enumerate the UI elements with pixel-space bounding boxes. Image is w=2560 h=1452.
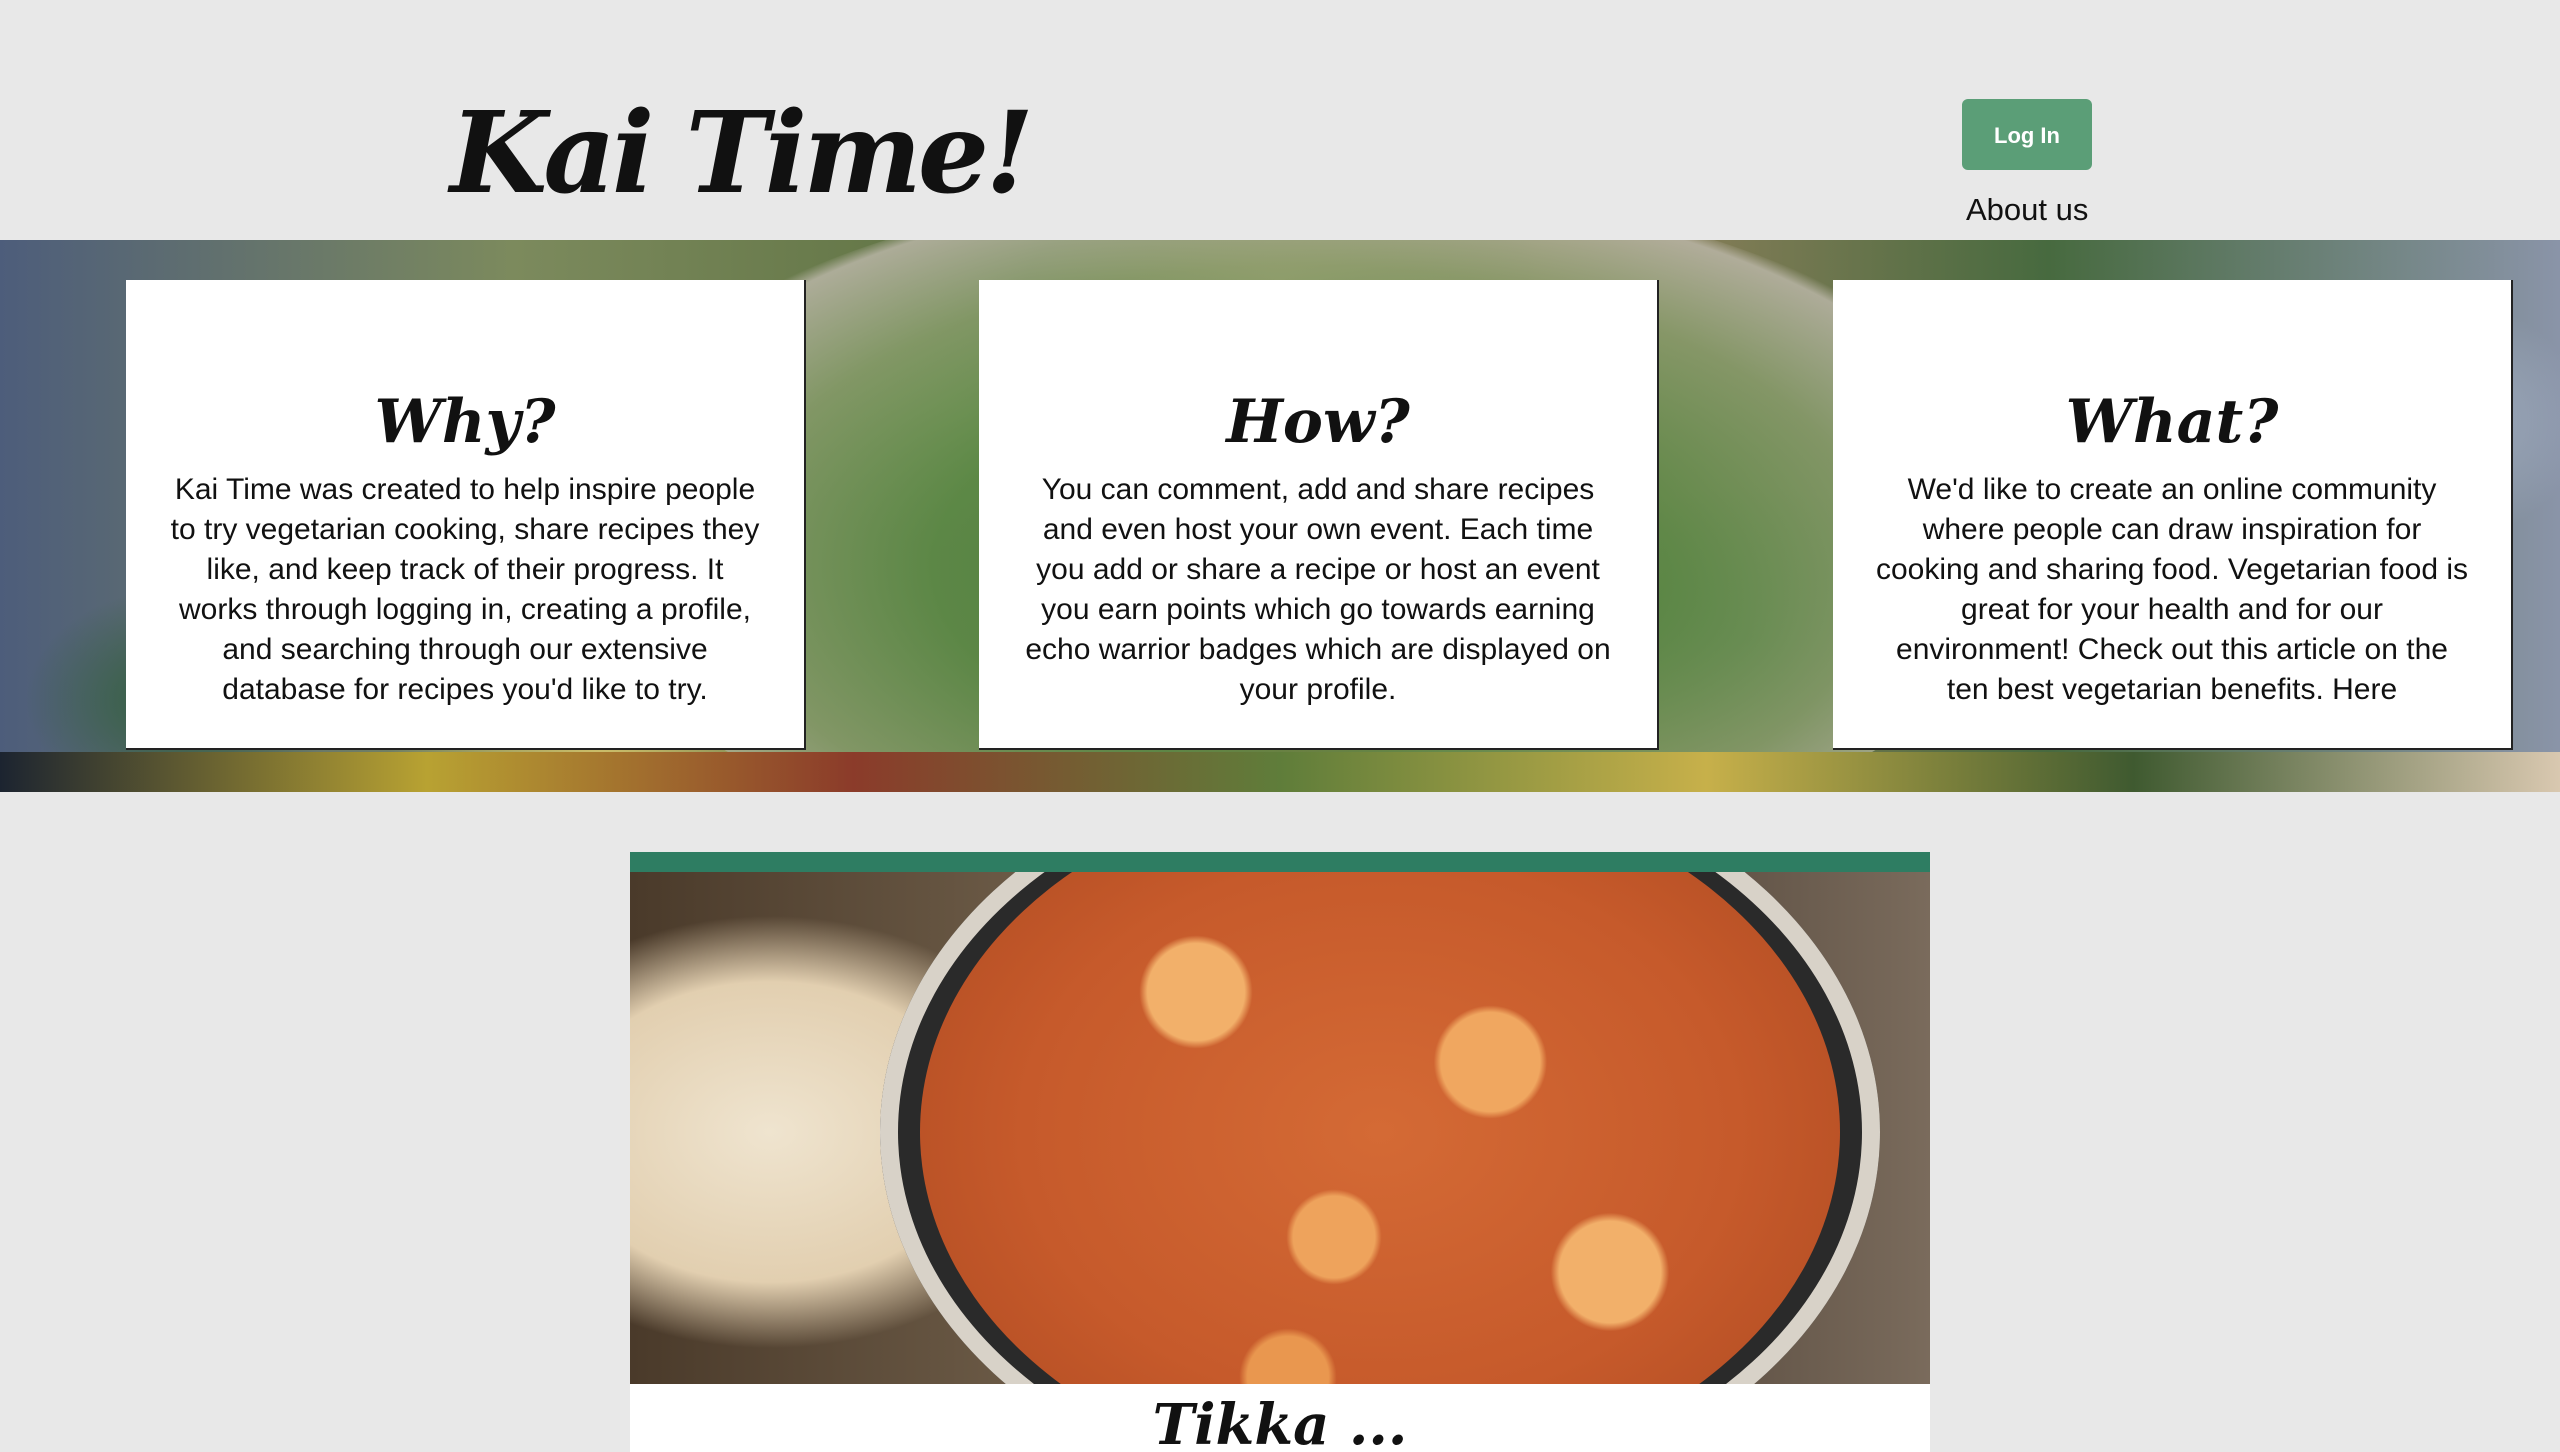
recipe-title[interactable]: Tikka ... — [630, 1392, 1930, 1452]
how-card: How? You can comment, add and share reci… — [979, 280, 1659, 750]
site-header: Kai Time! Log In About us — [0, 0, 2560, 240]
login-button[interactable]: Log In — [1962, 99, 2092, 170]
featured-recipe-card[interactable]: Tikka ... — [630, 852, 1930, 1452]
why-body: Kai Time was created to help inspire peo… — [170, 473, 760, 706]
how-body: You can comment, add and share recipes a… — [1025, 473, 1611, 706]
site-title: Kai Time! — [450, 88, 1034, 219]
curry-dish — [920, 872, 1840, 1384]
how-heading: How? — [1226, 387, 1410, 457]
what-card: What? We'd like to create an online comm… — [1833, 280, 2513, 750]
recipe-accent-bar — [630, 852, 1930, 872]
hero-vegetable-strip — [0, 752, 2560, 792]
why-card: Why? Kai Time was created to help inspir… — [126, 280, 806, 750]
recipe-image[interactable] — [630, 872, 1930, 1384]
about-us-link[interactable]: About us — [1966, 192, 2088, 228]
why-heading: Why? — [374, 387, 556, 457]
what-heading: What? — [2065, 387, 2279, 457]
what-body: We'd like to create an online community … — [1875, 473, 2469, 706]
